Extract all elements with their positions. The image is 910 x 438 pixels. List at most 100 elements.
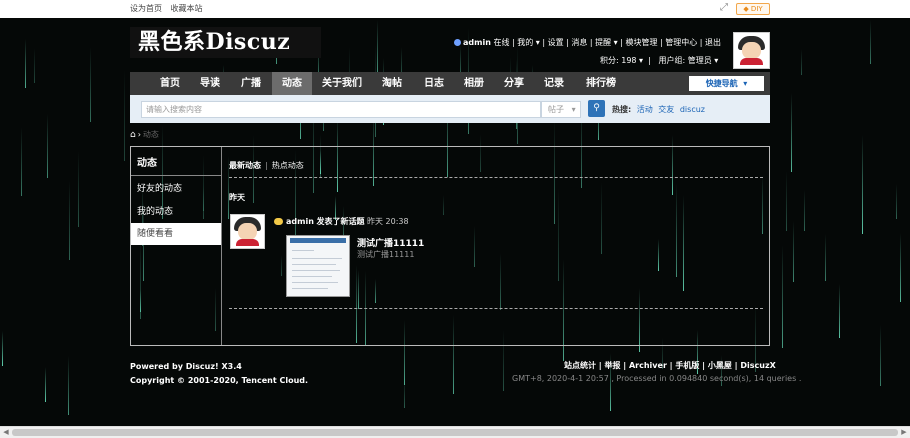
background-light-streak (47, 114, 48, 178)
chevron-down-icon: ▾ (636, 56, 644, 65)
sidebar-title: 动态 (137, 158, 157, 169)
background-light-streak (45, 367, 46, 402)
hot-search-label: 热搜: (612, 105, 632, 114)
feed-avatar[interactable] (230, 214, 265, 249)
background-light-streak (21, 127, 22, 196)
main-nav: 首页 导读 广播 动态 关于我们 淘帖 日志 相册 分享 记录 排行榜 (130, 72, 770, 95)
hot-term-activity[interactable]: 活动 (637, 105, 653, 114)
breadcrumb: ⌂ › 动态 (130, 130, 159, 140)
logout-link[interactable]: 退出 (705, 38, 721, 47)
horizontal-scrollbar[interactable]: ◀ ▶ (0, 426, 910, 438)
nav-item-records[interactable]: 记录 (536, 72, 572, 95)
user-menu: admin 在线 | 我的 ▾ | 设置 | 消息 | 提醒 ▾ | 模块管理 … (454, 37, 721, 48)
background-light-streak (2, 331, 3, 366)
feed-entry-header: admin 发表了新话题 昨天 20:38 (274, 216, 409, 227)
hot-term-friends[interactable]: 交友 (658, 105, 674, 114)
background-light-streak (78, 151, 79, 227)
expand-icon[interactable]: ⤢ (720, 2, 732, 14)
scrollbar-thumb[interactable] (12, 429, 898, 436)
search-input[interactable]: 请输入搜索内容 (141, 101, 541, 118)
search-type-select[interactable]: 帖子 ▾ (541, 101, 581, 118)
scroll-right-icon[interactable]: ▶ (898, 427, 910, 438)
quick-nav-label: 快捷导航 (705, 79, 738, 88)
sidebar-item-my-feed[interactable]: 我的动态 (131, 201, 221, 223)
nav-item-broadcast[interactable]: 广播 (230, 72, 272, 95)
username-link[interactable]: admin (463, 38, 491, 47)
admin-center-link[interactable]: 管理中心 (665, 38, 697, 47)
online-status[interactable]: 在线 (493, 38, 509, 47)
feed-time: 昨天 20:38 (367, 217, 409, 226)
nav-item-about[interactable]: 关于我们 (314, 72, 370, 95)
background-light-streak (25, 39, 26, 88)
post-title-link[interactable]: 测试广播11111 (357, 236, 424, 249)
footer-links[interactable]: 站点统计 | 举报 | Archiver | 手机版 | 小黑屋 | Discu… (564, 360, 776, 371)
avatar[interactable] (733, 32, 770, 69)
scroll-left-icon[interactable]: ◀ (0, 427, 12, 438)
search-bar: 请输入搜索内容 帖子 ▾ ⚲ 热搜: 活动 交友 discuz (130, 95, 770, 123)
hot-term-discuz[interactable]: discuz (680, 105, 705, 114)
sidebar-item-browse[interactable]: 随便看看 (131, 223, 221, 245)
bookmark-link[interactable]: 收藏本站 (171, 4, 203, 13)
content-panel: 动态 好友的动态 我的动态 随便看看 最新动态 | 热点动态 昨天 admin 发表… (130, 146, 770, 346)
chevron-down-icon: ▾ (566, 105, 576, 114)
post-summary: 测试广播11111 (357, 250, 415, 259)
background-light-streak (870, 20, 871, 64)
top-bar: 设为首页 收藏本站 ⤢ ◆ DIY (0, 0, 910, 18)
my-menu[interactable]: 我的 (517, 38, 533, 47)
speech-bubble-icon (274, 218, 283, 225)
tab-latest[interactable]: 最新动态 (229, 161, 261, 170)
search-icon: ⚲ (593, 103, 600, 113)
nav-item-ranking[interactable]: 排行榜 (578, 72, 624, 95)
avatar-image (234, 217, 261, 246)
background-light-streak (791, 93, 792, 172)
sidebar-item-friends-feed[interactable]: 好友的动态 (131, 178, 221, 200)
background-light-streak (90, 47, 91, 122)
nav-item-share[interactable]: 分享 (496, 72, 532, 95)
nav-item-blog[interactable]: 日志 (416, 72, 452, 95)
messages-link[interactable]: 消息 (571, 38, 587, 47)
nav-item-collections[interactable]: 淘帖 (374, 72, 410, 95)
powered-by[interactable]: Powered by Discuz! X3.4 (130, 360, 308, 374)
chevron-down-icon: ▾ (711, 56, 719, 65)
breadcrumb-current: 动态 (142, 130, 159, 139)
background-light-streak (900, 233, 901, 302)
feed-sidebar: 动态 好友的动态 我的动态 随便看看 (131, 147, 222, 345)
background-light-streak (34, 48, 35, 83)
quick-nav-button[interactable]: 快捷导航 ▾ (689, 76, 764, 91)
background-light-streak (801, 49, 802, 75)
divider (229, 308, 763, 309)
reminders-link[interactable]: 提醒 (595, 38, 611, 47)
module-management-link[interactable]: 模块管理 (625, 38, 657, 47)
day-heading: 昨天 (229, 193, 245, 202)
background-light-streak (825, 234, 826, 281)
settings-link[interactable]: 设置 (548, 38, 564, 47)
diy-button[interactable]: ◆ DIY (736, 3, 770, 15)
footer-credits: Powered by Discuz! X3.4 Copyright © 2001… (130, 360, 308, 388)
background-light-streak (896, 184, 897, 219)
nav-item-album[interactable]: 相册 (456, 72, 492, 95)
site-logo[interactable]: 黑色系Discuz (130, 27, 321, 58)
user-stats: 积分: 198 ▾ | 用户组: 管理员 ▾ (600, 56, 719, 65)
chevron-down-icon: ▾ (740, 79, 748, 88)
post-thumbnail[interactable] (286, 235, 350, 297)
nav-item-home[interactable]: 首页 (148, 72, 192, 95)
avatar-image (738, 36, 765, 65)
background-light-streak (793, 221, 794, 282)
top-links: 设为首页 收藏本站 (130, 3, 209, 14)
tab-hot[interactable]: 热点动态 (272, 161, 304, 170)
background-light-streak (862, 135, 863, 234)
nav-item-guide[interactable]: 导读 (192, 72, 228, 95)
hot-search: 热搜: 活动 交友 discuz (612, 104, 705, 115)
background-light-streak (786, 171, 787, 231)
feed-user-link[interactable]: admin (286, 217, 314, 226)
points-link[interactable]: 积分: 198 (600, 56, 637, 65)
home-icon[interactable]: ⌂ (130, 130, 136, 140)
user-group-link[interactable]: 用户组: 管理员 (659, 56, 712, 65)
background-light-streak (124, 70, 125, 161)
feed-action: 发表了新话题 (316, 217, 365, 226)
search-type-value: 帖子 (548, 105, 564, 114)
set-homepage-link[interactable]: 设为首页 (130, 4, 162, 13)
chevron-down-icon: ▾ (533, 38, 540, 47)
nav-item-feed[interactable]: 动态 (272, 72, 312, 95)
search-button[interactable]: ⚲ (588, 100, 605, 117)
